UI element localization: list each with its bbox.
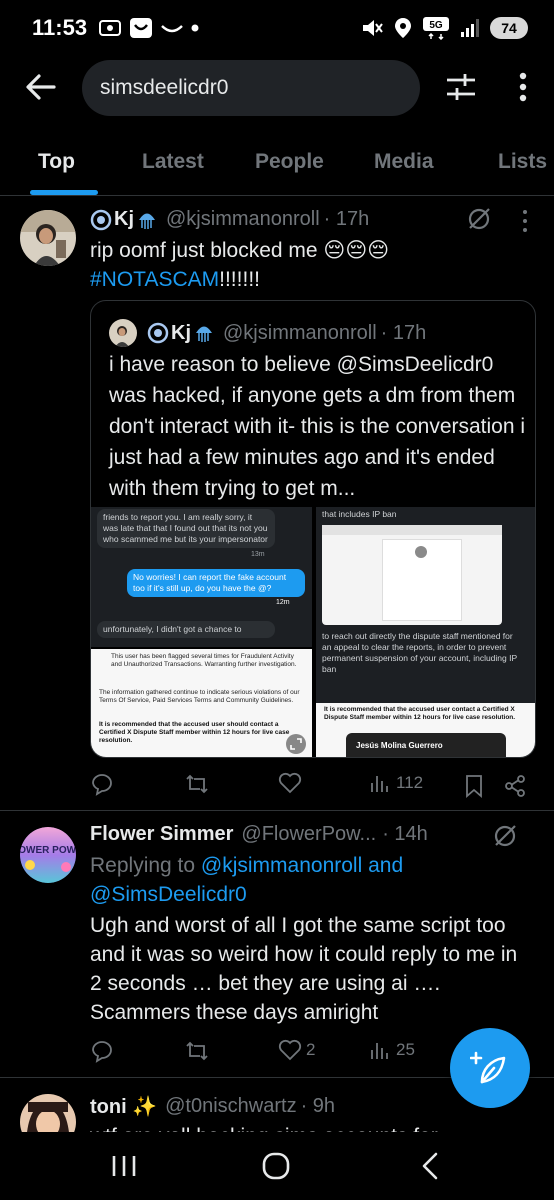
report-screenshot: that includes IP ban to reach out direct… — [316, 507, 535, 757]
back-nav-icon[interactable] — [410, 1150, 450, 1182]
views-icon — [371, 1043, 388, 1059]
reply-icon — [92, 774, 112, 796]
compose-feather-icon — [470, 1051, 506, 1084]
active-tab-indicator — [30, 190, 98, 195]
tweet-time[interactable]: · 14h — [382, 823, 428, 846]
mute-icon — [363, 20, 383, 36]
signal-icon — [461, 19, 479, 37]
home-icon[interactable] — [256, 1150, 296, 1182]
jellyfish-icon — [139, 213, 155, 229]
mention-link[interactable]: @SimsDeelicdr0 — [90, 883, 247, 906]
reply-button[interactable] — [90, 772, 118, 796]
tab-lists[interactable]: Lists — [498, 150, 547, 174]
location-icon — [395, 18, 411, 38]
tweet-text: rip oomf just blocked me 😔😔😔 #NOTASCAM!!… — [90, 239, 390, 291]
search-query: simsdeelicdr0 — [100, 76, 229, 99]
dot-icon — [191, 24, 199, 32]
author-handle[interactable]: @FlowerPow... — [241, 823, 376, 846]
mention-link[interactable]: @kjsimmanonroll — [201, 854, 362, 877]
reply-icon — [92, 1041, 112, 1063]
tweet-text: wtf are yall hacking sims accounts for — [90, 1122, 530, 1132]
avatar[interactable] — [20, 210, 76, 266]
author-handle[interactable]: @kjsimmanonroll — [166, 208, 320, 231]
jellyfish-icon — [196, 326, 212, 342]
recent-apps-icon[interactable] — [104, 1150, 144, 1182]
author-name[interactable]: Kj — [114, 208, 134, 231]
tweet[interactable]: Kj @kjsimmanonroll · 17h rip oomf just b… — [0, 198, 554, 810]
profile-thumb-icon — [415, 546, 427, 558]
tab-people[interactable]: People — [255, 150, 324, 174]
search-tabs: Top Latest People Media Lists — [0, 128, 554, 196]
quote-author-name: Kj — [171, 321, 191, 344]
quote-time: · 17h — [380, 321, 427, 344]
bookmark-icon[interactable] — [464, 774, 484, 798]
notification-icon — [130, 18, 153, 38]
quoted-tweet[interactable]: Kj @kjsimmanonroll · 17h i have reason t… — [90, 300, 536, 758]
author-name[interactable]: toni ✨ — [90, 1094, 157, 1119]
system-nav-bar — [0, 1132, 554, 1200]
avatar[interactable] — [20, 1094, 76, 1132]
quote-text: i have reason to believe @SimsDeelicdr0 … — [109, 353, 526, 500]
search-header: simsdeelicdr0 — [0, 56, 554, 118]
email-thumbnail — [322, 525, 502, 625]
views-icon — [371, 776, 388, 792]
author-name[interactable]: Flower Simmer — [90, 823, 233, 846]
replying-to: Replying to @kjsimmanonroll and @SimsDee… — [90, 854, 404, 906]
retweet-button[interactable] — [184, 1039, 214, 1063]
tweet-time[interactable]: · 9h — [301, 1095, 335, 1118]
battery-indicator: 74 — [490, 17, 528, 39]
svg-text:FLOWER POWER: FLOWER POWER — [20, 845, 76, 856]
quote-author-handle: @kjsimmanonroll — [223, 321, 377, 344]
tab-media[interactable]: Media — [374, 150, 434, 174]
like-button[interactable] — [278, 772, 306, 794]
network-icon: 5G — [423, 17, 449, 40]
filter-icon[interactable] — [444, 70, 478, 104]
search-input[interactable]: simsdeelicdr0 — [82, 60, 420, 116]
tweet-time[interactable]: · 17h — [324, 208, 370, 231]
quote-avatar — [109, 319, 137, 347]
tweet-menu-icon[interactable] — [516, 208, 534, 234]
author-handle[interactable]: @t0nischwartz — [165, 1095, 296, 1118]
tweet-actions: 112 — [90, 772, 530, 802]
compose-button[interactable] — [450, 1028, 530, 1108]
grok-icon[interactable] — [466, 206, 492, 232]
emoji-icon — [147, 322, 169, 344]
retweet-icon — [186, 1041, 208, 1061]
views-button[interactable]: 112 — [370, 772, 423, 794]
back-arrow-icon[interactable] — [24, 70, 58, 104]
grok-icon[interactable] — [492, 823, 518, 849]
expand-icon — [286, 734, 306, 754]
share-icon[interactable] — [504, 774, 526, 798]
document-screenshot: This user has been flagged several times… — [91, 649, 312, 757]
wave-icon — [161, 25, 183, 33]
heart-icon — [278, 772, 302, 794]
screenshot-icon — [99, 20, 122, 36]
status-bar: 11:53 5G 74 — [0, 0, 554, 56]
like-button[interactable]: 2 — [278, 1039, 315, 1061]
tab-top[interactable]: Top — [38, 150, 75, 174]
retweet-button[interactable] — [184, 772, 214, 796]
chat-screenshot: friends to report you. I am really sorry… — [91, 507, 312, 647]
avatar[interactable]: FLOWER POWER — [20, 827, 76, 883]
more-vert-icon[interactable] — [508, 70, 538, 104]
status-time: 11:53 — [32, 15, 88, 40]
heart-icon — [278, 1039, 302, 1061]
reply-button[interactable] — [90, 1039, 118, 1063]
quote-media[interactable]: friends to report you. I am really sorry… — [91, 507, 535, 757]
emoji-icon — [90, 209, 112, 230]
tab-latest[interactable]: Latest — [142, 150, 204, 174]
tweet-text: Ugh and worst of all I got the same scri… — [90, 914, 518, 1024]
retweet-icon — [186, 774, 208, 794]
svg-text:5G: 5G — [429, 20, 443, 31]
views-button[interactable]: 25 — [370, 1039, 415, 1061]
hashtag-link[interactable]: #NOTASCAM — [90, 268, 219, 291]
